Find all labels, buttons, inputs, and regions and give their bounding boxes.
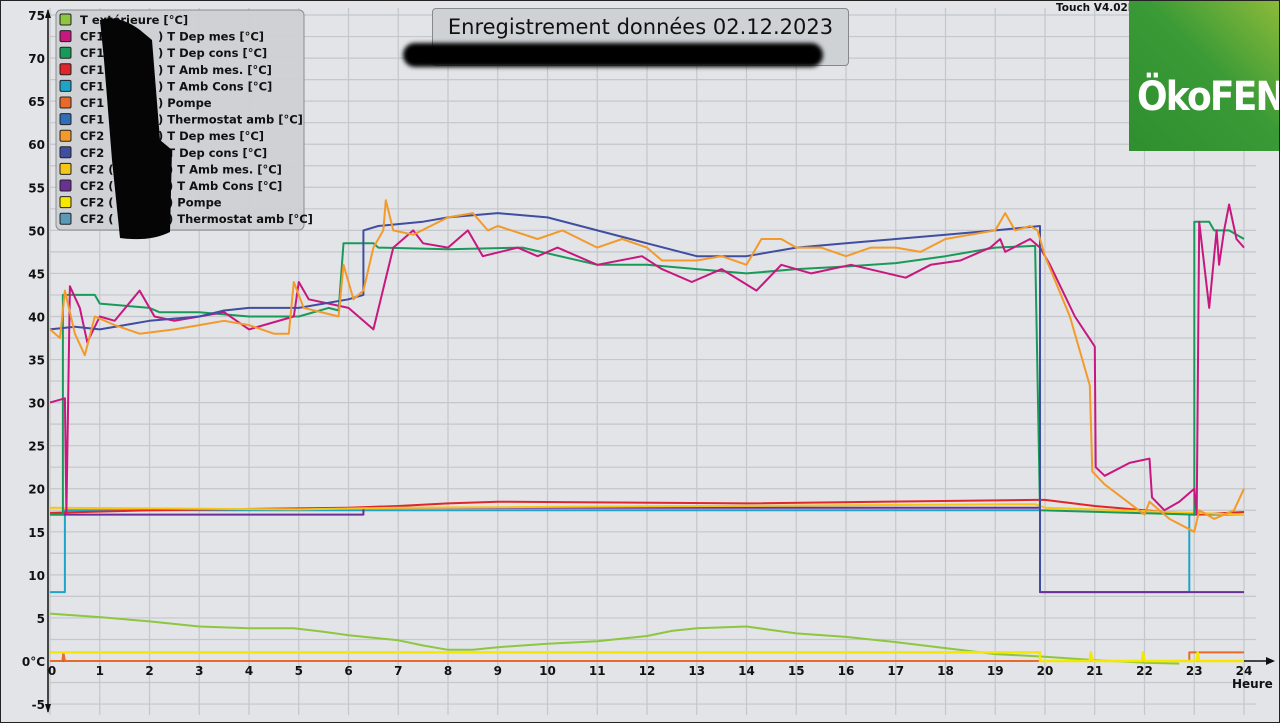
y-tick-label: 65: [28, 95, 45, 109]
legend-swatch: [59, 30, 72, 43]
x-tick-label: 0: [48, 664, 56, 678]
legend-swatch: [59, 63, 72, 76]
x-tick-label: 17: [887, 664, 904, 678]
legend-label-prefix: CF2 (: [80, 196, 114, 210]
legend-label-prefix: CF2: [80, 129, 104, 143]
x-tick-label: 9: [494, 664, 502, 678]
y-tick-label: 0°C: [22, 655, 45, 669]
legend-swatch: [59, 113, 72, 126]
legend-label-prefix: CF2: [80, 146, 104, 160]
legend-swatch: [59, 96, 72, 109]
x-tick-label: 20: [1037, 664, 1054, 678]
okofen-logo: ÖkoFEN: [1129, 0, 1280, 151]
x-tick-label: 5: [295, 664, 303, 678]
x-tick-label: 4: [245, 664, 253, 678]
y-tick-label: 10: [28, 569, 45, 583]
x-tick-label: 13: [688, 664, 705, 678]
x-axis-label: Heure: [1232, 677, 1273, 691]
title-box: Enregistrement données 02.12.2023: [403, 8, 849, 67]
legend-label: ) T Dep mes [°C]: [158, 129, 264, 143]
legend-label: ) Pompe: [158, 96, 212, 110]
x-tick-label: 3: [195, 664, 203, 678]
x-tick-label: 12: [639, 664, 656, 678]
x-tick-label: 23: [1186, 664, 1203, 678]
series-line-1: [49, 612, 1180, 665]
y-tick-label: 40: [28, 310, 45, 324]
logo-text: ÖkoFEN: [1137, 74, 1280, 120]
legend-label-prefix: CF1: [80, 30, 104, 44]
legend-swatch: [59, 46, 72, 59]
x-axis-arrow: [1266, 657, 1275, 665]
legend: T extérieure [°C] CF1 ) T Dep mes [°C] CF1)…: [55, 9, 313, 240]
legend-label-prefix: CF1: [80, 79, 104, 93]
x-tick-label: 15: [788, 664, 805, 678]
legend-swatch: [59, 129, 72, 142]
legend-swatch: [59, 146, 72, 159]
x-tick-label: 7: [394, 664, 402, 678]
legend-label: ) T Dep cons [°C]: [158, 146, 267, 160]
y-tick-label: 45: [28, 267, 45, 281]
legend-swatch: [59, 162, 72, 175]
y-tick-label: 55: [28, 181, 45, 195]
y-tick-label: 35: [28, 354, 45, 368]
legend-label: ) T Amb mes. [°C]: [168, 162, 282, 176]
y-tick-label: 30: [28, 397, 45, 411]
legend-label: T extérieure [°C]: [80, 13, 188, 27]
chart-screen: 75 70 65 60 55 50 45 40 35 30 25 20 15 10 5 0°C -5 0 1 2 3 4 5…: [0, 0, 1280, 723]
x-tick-label: 24: [1236, 664, 1253, 678]
redaction-mark: [403, 43, 823, 67]
legend-label-prefix: CF1: [80, 113, 104, 127]
legend-label: ) Pompe: [168, 196, 222, 210]
y-tick-label: 75: [28, 9, 45, 23]
x-tick-label: 6: [344, 664, 352, 678]
y-tick-label: 5: [37, 612, 45, 626]
x-tick-label: 19: [987, 664, 1004, 678]
x-tick-label: 8: [444, 664, 452, 678]
x-tick-label: 22: [1136, 664, 1153, 678]
legend-swatch: [59, 79, 72, 92]
y-tick-label: 20: [28, 483, 45, 497]
version-label: Touch V4.02b: [1056, 2, 1136, 14]
x-tick-label: 10: [539, 664, 556, 678]
x-tick-label: 14: [738, 664, 755, 678]
y-tick-label: 25: [28, 440, 45, 454]
legend-label-prefix: CF1: [80, 96, 104, 110]
legend-label: ) T Amb Cons [°C]: [168, 179, 282, 193]
legend-label-prefix: CF2 (: [80, 162, 114, 176]
x-tick-label: 18: [937, 664, 954, 678]
x-tick-label: 21: [1086, 664, 1103, 678]
y-tick-label: -5: [32, 698, 45, 712]
x-tick-label: 2: [145, 664, 153, 678]
legend-label-prefix: CF2 (: [80, 212, 114, 226]
line-chart: 757065605550454035302520151050°C-50 1 2 3 4 5…: [22, 8, 1275, 715]
x-tick-label: 16: [838, 664, 855, 678]
x-tick-label: 1: [96, 664, 104, 678]
y-tick-label: 70: [28, 52, 45, 66]
legend-label: ) T Dep cons [°C]: [158, 46, 267, 60]
y-tick-label: 15: [28, 526, 45, 540]
y-tick-label: 60: [28, 138, 45, 152]
legend-label-prefix: CF2 (: [80, 179, 114, 193]
legend-label: ) T Dep mes [°C]: [158, 30, 264, 44]
legend-swatch: [59, 196, 72, 209]
legend-label-prefix: CF1: [80, 63, 104, 77]
legend-swatch: [59, 212, 72, 225]
legend-label: ) T Amb Cons [°C]: [158, 79, 272, 93]
y-tick-label: 50: [28, 224, 45, 238]
legend-label: ) T Amb mes. [°C]: [158, 63, 272, 77]
chart-title: Enregistrement données 02.12.2023: [447, 15, 834, 39]
x-tick-label: 11: [589, 664, 606, 678]
legend-swatch: [59, 179, 72, 192]
legend-label: ) Thermostat amb [°C]: [168, 212, 313, 226]
legend-label-prefix: CF1: [80, 46, 104, 60]
legend-label: ) Thermostat amb [°C]: [158, 113, 303, 127]
legend-swatch: [59, 13, 72, 26]
